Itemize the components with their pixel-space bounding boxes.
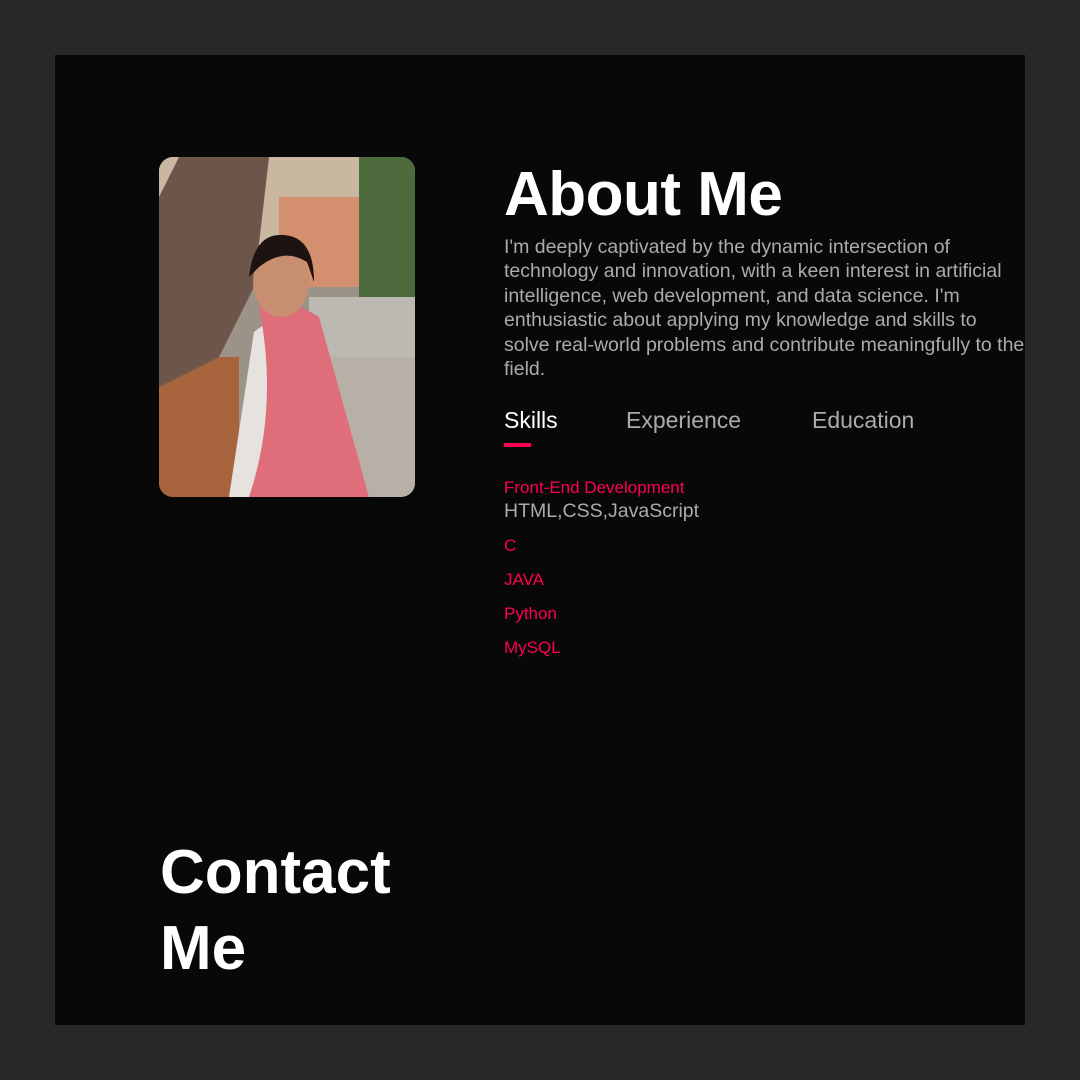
skill-name: JAVA <box>504 570 544 590</box>
tab-experience[interactable]: Experience <box>626 405 741 435</box>
skill-name: Python <box>504 604 557 624</box>
skill-name: Front-End Development <box>504 478 685 498</box>
skill-item: C <box>504 535 1025 557</box>
skills-list: Front-End Development HTML,CSS,JavaScrip… <box>504 477 1025 659</box>
skill-item: Python <box>504 603 1025 625</box>
contact-title: Contact Me <box>160 838 391 983</box>
tab-education[interactable]: Education <box>812 405 914 435</box>
tab-skills[interactable]: Skills <box>504 405 558 435</box>
skill-name: C <box>504 536 517 556</box>
profile-photo <box>159 157 415 497</box>
about-title: About Me <box>504 160 783 229</box>
about-section: About Me I'm deeply captivated by the dy… <box>504 159 1025 671</box>
skill-item: Front-End Development HTML,CSS,JavaScrip… <box>504 477 1025 523</box>
tab-bar: Skills Experience Education <box>504 405 1025 455</box>
skill-item: MySQL <box>504 637 1025 659</box>
active-tab-underline <box>504 443 531 448</box>
skill-item: JAVA <box>504 569 1025 591</box>
page-frame: About Me I'm deeply captivated by the dy… <box>55 55 1025 1025</box>
skill-name: MySQL <box>504 638 561 658</box>
skill-detail: HTML,CSS,JavaScript <box>504 500 700 523</box>
about-description: I'm deeply captivated by the dynamic int… <box>504 236 1025 381</box>
